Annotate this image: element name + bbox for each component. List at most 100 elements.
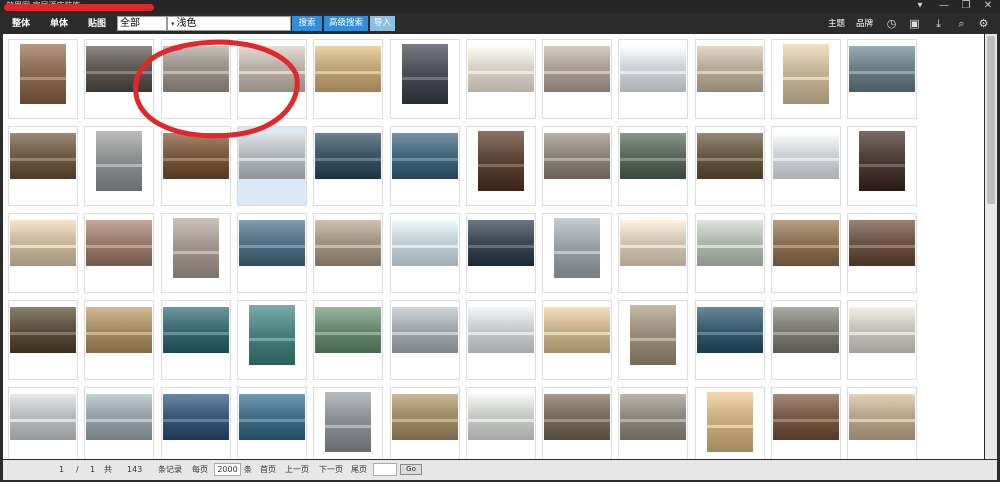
thumbnail-item[interactable] (465, 300, 536, 380)
thumbnail-item[interactable] (694, 387, 765, 459)
thumbnail-detail (477, 164, 524, 167)
thumbnail-item[interactable] (771, 300, 841, 380)
thumbnail-item[interactable] (160, 213, 231, 293)
thumbnail-item[interactable] (618, 300, 689, 380)
thumbnail-item[interactable] (465, 39, 536, 119)
interior-photo-thumbnail (10, 133, 76, 179)
interior-photo-thumbnail (783, 44, 829, 104)
first-page-link[interactable]: 首页 (260, 464, 276, 475)
thumbnail-item[interactable] (847, 213, 918, 293)
thumbnail-item[interactable] (313, 300, 384, 380)
thumbnail-item[interactable] (771, 387, 841, 459)
thumbnail-item[interactable] (465, 126, 536, 206)
next-page-link[interactable]: 下一页 (319, 464, 343, 475)
theme-link[interactable]: 主题 (828, 19, 845, 30)
thumbnail-detail (325, 425, 372, 428)
interior-photo-thumbnail (467, 394, 534, 440)
thumbnail-item[interactable] (389, 300, 460, 380)
tab-single[interactable]: 单体 (50, 18, 68, 30)
thumbnail-item[interactable] (465, 213, 536, 293)
thumbnail-item[interactable] (236, 300, 307, 380)
download-icon[interactable]: ⤓ (932, 17, 945, 30)
thumbnail-item[interactable] (771, 126, 841, 206)
thumbnail-item[interactable] (313, 39, 384, 119)
interior-photo-thumbnail (315, 133, 382, 179)
search-icon[interactable]: ⌕ (955, 17, 968, 30)
brand-link[interactable]: 品牌 (856, 19, 873, 30)
thumbnail-item[interactable] (694, 39, 765, 119)
menu-dropdown-icon[interactable]: ▾ (910, 0, 930, 12)
thumbnail-item[interactable] (160, 387, 231, 459)
thumbnail-item[interactable] (847, 300, 918, 380)
thumbnail-detail (544, 71, 611, 74)
thumbnail-item[interactable] (847, 126, 918, 206)
prev-page-link[interactable]: 上一页 (285, 464, 309, 475)
total-pages: 1 (90, 465, 96, 474)
interior-photo-thumbnail (86, 307, 153, 353)
thumbnail-item[interactable] (465, 387, 536, 459)
thumbnail-item[interactable] (8, 213, 78, 293)
thumbnail-item[interactable] (542, 126, 613, 206)
clock-icon[interactable]: ◷ (885, 17, 898, 30)
maximize-icon[interactable]: ❐ (956, 0, 976, 12)
thumbnail-item[interactable] (618, 126, 689, 206)
interior-photo-thumbnail (467, 307, 534, 353)
thumbnail-item[interactable] (8, 300, 78, 380)
thumbnail-item[interactable] (84, 300, 155, 380)
thumbnail-item[interactable] (694, 126, 765, 206)
interior-photo-thumbnail (544, 133, 611, 179)
thumbnail-detail (162, 419, 229, 422)
import-button[interactable]: 导入 (370, 16, 395, 31)
scrollbar-thumb[interactable] (987, 36, 995, 204)
go-button[interactable]: Go (400, 464, 422, 475)
tab-overall[interactable]: 整体 (12, 18, 30, 30)
gear-icon[interactable]: ⚙ (977, 17, 990, 30)
vertical-scrollbar[interactable] (985, 34, 997, 459)
thumbnail-detail (10, 419, 76, 422)
image-icon[interactable]: ▣ (908, 17, 921, 30)
interior-photo-thumbnail (172, 218, 219, 278)
thumbnail-item[interactable] (694, 300, 765, 380)
thumbnail-item[interactable] (542, 39, 613, 119)
thumbnail-item[interactable] (236, 213, 307, 293)
thumbnail-item[interactable] (160, 300, 231, 380)
thumbnail-item[interactable] (542, 213, 613, 293)
thumbnail-item[interactable] (8, 387, 78, 459)
thumbnail-item[interactable] (84, 213, 155, 293)
per-page-input[interactable]: 2000 (214, 463, 241, 476)
thumbnail-item[interactable] (389, 213, 460, 293)
tab-texture[interactable]: 贴图 (88, 18, 106, 30)
thumbnail-item[interactable] (542, 300, 613, 380)
thumbnail-item[interactable] (389, 387, 460, 459)
interior-photo-thumbnail (849, 307, 916, 353)
thumbnail-item[interactable] (847, 39, 918, 119)
thumbnail-item[interactable] (542, 387, 613, 459)
thumbnail-item[interactable] (84, 387, 155, 459)
interior-photo-thumbnail (620, 46, 687, 92)
thumbnail-item[interactable] (8, 39, 78, 119)
thumbnail-item[interactable] (313, 126, 384, 206)
minimize-icon[interactable]: — (934, 0, 954, 12)
thumbnail-item[interactable] (389, 39, 460, 119)
thumbnail-item[interactable] (313, 387, 384, 459)
search-button[interactable]: 搜索 (292, 16, 322, 31)
thumbnail-item[interactable] (313, 213, 384, 293)
thumbnail-item[interactable] (8, 126, 78, 206)
last-page-link[interactable]: 尾页 (351, 464, 367, 475)
thumbnail-item[interactable] (771, 213, 841, 293)
thumbnail-item[interactable] (771, 39, 841, 119)
thumbnail-item[interactable] (618, 213, 689, 293)
thumbnail-item[interactable] (618, 387, 689, 459)
advanced-search-button[interactable]: 高级搜索 (324, 16, 368, 31)
thumbnail-item[interactable] (389, 126, 460, 206)
thumbnail-detail (10, 332, 76, 335)
thumbnail-item[interactable] (847, 387, 918, 459)
search-input[interactable]: ▾ 浅色 (167, 16, 291, 31)
goto-page-input[interactable] (373, 463, 397, 476)
thumbnail-item[interactable] (618, 39, 689, 119)
thumbnail-item[interactable] (694, 213, 765, 293)
category-select[interactable]: 全部 (117, 16, 167, 31)
interior-photo-thumbnail (554, 218, 601, 278)
close-icon[interactable]: ✕ (978, 0, 998, 12)
thumbnail-item[interactable] (236, 387, 307, 459)
